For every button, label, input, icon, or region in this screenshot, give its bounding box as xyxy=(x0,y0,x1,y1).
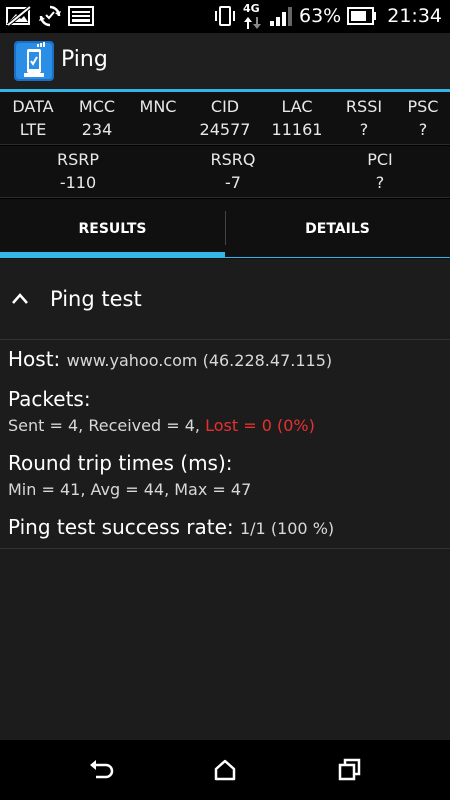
clock: 21:34 xyxy=(387,5,442,27)
info-value: -7 xyxy=(225,173,241,192)
battery-icon xyxy=(347,7,377,25)
packets-label: Packets: xyxy=(8,387,91,411)
info-label: MCC xyxy=(78,97,116,116)
success-value: 1/1 (100 %) xyxy=(239,519,335,538)
cell-info-row-1: DATA LTE MCC 234 MNC CID 24577 LAC 11161… xyxy=(0,92,450,145)
ping-test-header[interactable]: Ping test xyxy=(0,259,450,339)
info-label: MNC xyxy=(139,97,177,116)
image-icon xyxy=(6,5,32,27)
success-row: Ping test success rate: 1/1 (100 %) xyxy=(8,515,334,539)
info-value: 234 xyxy=(81,120,113,139)
tab-details[interactable]: DETAILS xyxy=(225,199,450,259)
vibrate-icon xyxy=(215,6,235,26)
tab-bar: RESULTS DETAILS xyxy=(0,199,450,259)
info-mnc: MNC xyxy=(130,95,186,118)
status-bar: 4G 63% 21:34 xyxy=(0,0,450,33)
info-label: RSSI xyxy=(345,97,383,116)
network-type-label: 4G xyxy=(243,2,260,15)
cell-info-row-2: RSRP -110 RSRQ -7 PCI ? xyxy=(0,146,450,198)
chevron-up-icon[interactable] xyxy=(12,291,28,305)
packets-lost: Lost = 0 (0%) xyxy=(205,416,315,435)
info-value: 11161 xyxy=(271,120,323,139)
action-bar: Ping xyxy=(0,33,450,89)
info-rsrp: RSRP -110 xyxy=(28,148,128,194)
info-mcc: MCC 234 xyxy=(68,95,126,141)
tab-underline xyxy=(225,257,450,258)
app-title: Ping xyxy=(61,47,108,72)
app-logo-icon[interactable] xyxy=(14,41,54,81)
info-label: RSRQ xyxy=(210,150,256,169)
tab-results[interactable]: RESULTS xyxy=(0,199,225,259)
info-value: ? xyxy=(418,120,428,139)
info-value: ? xyxy=(375,173,385,192)
host-value: www.yahoo.com (46.228.47.115) xyxy=(66,351,333,370)
results-panel: Ping test Host: www.yahoo.com (46.228.47… xyxy=(0,259,450,740)
navigation-bar xyxy=(0,740,450,800)
success-label: Ping test success rate: xyxy=(8,515,234,539)
info-cid: CID 24577 xyxy=(194,95,256,141)
section-bottom-divider xyxy=(0,548,450,549)
section-title: Ping test xyxy=(50,287,142,311)
rtt-value: Min = 41, Avg = 44, Max = 47 xyxy=(8,480,252,499)
info-value: 24577 xyxy=(199,120,251,139)
home-icon[interactable] xyxy=(212,757,238,783)
signal-icon xyxy=(270,7,292,26)
info-lac: LAC 11161 xyxy=(266,95,328,141)
network-4g-indicator: 4G xyxy=(243,2,263,30)
rtt-label: Round trip times (ms): xyxy=(8,451,233,475)
battery-percent: 63% xyxy=(299,5,342,27)
info-value: LTE xyxy=(19,120,47,139)
info-rsrq: RSRQ -7 xyxy=(183,148,283,194)
packets-row: Sent = 4, Received = 4, Lost = 0 (0%) xyxy=(8,416,315,435)
info-label: DATA xyxy=(12,97,54,116)
info-pci: PCI ? xyxy=(330,148,430,194)
info-value: -110 xyxy=(59,173,97,192)
tab-selected-indicator xyxy=(0,252,225,258)
recent-apps-icon[interactable] xyxy=(337,757,363,783)
info-label: PSC xyxy=(407,97,439,116)
back-icon[interactable] xyxy=(88,757,114,783)
keyboard-icon xyxy=(68,6,94,26)
info-label: LAC xyxy=(281,97,313,116)
packets-text: Sent = 4, Received = 4, xyxy=(8,416,200,435)
info-label: PCI xyxy=(367,150,393,169)
data-arrows-icon xyxy=(244,17,261,29)
host-row: Host: www.yahoo.com (46.228.47.115) xyxy=(8,347,332,371)
section-divider xyxy=(0,339,450,340)
info-value: ? xyxy=(359,120,369,139)
sync-icon xyxy=(39,5,61,27)
host-label: Host: xyxy=(8,347,61,371)
info-label: CID xyxy=(210,97,240,116)
info-data: DATA LTE xyxy=(2,95,64,141)
info-label: RSRP xyxy=(56,150,100,169)
info-psc: PSC ? xyxy=(398,95,448,141)
info-rssi: RSSI ? xyxy=(338,95,390,141)
